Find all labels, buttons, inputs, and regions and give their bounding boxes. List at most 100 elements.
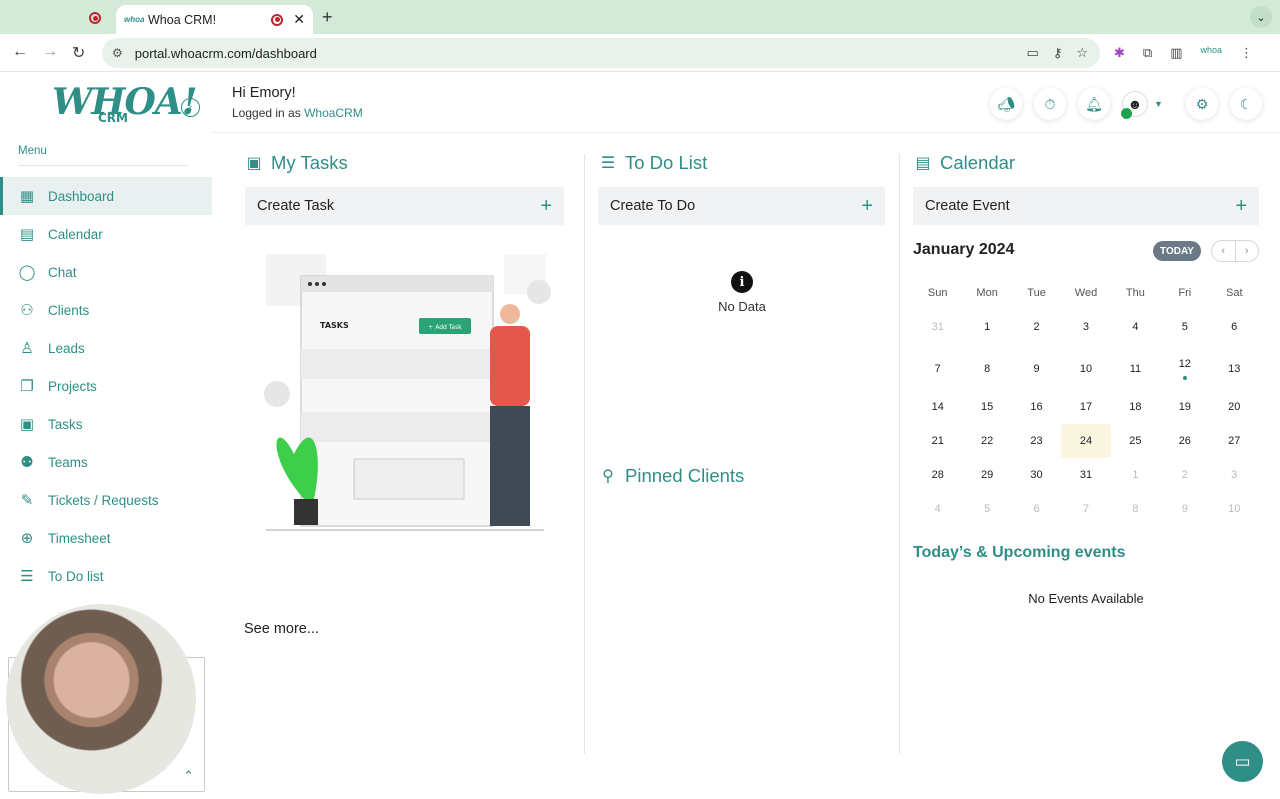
dashboard-content: ▣ My Tasks Create Task + TASKS + Add Tas… [224,134,1280,799]
calendar-day[interactable]: 1 [962,306,1011,348]
camera-icon[interactable]: ▭ [1027,45,1039,61]
calendar-day[interactable]: 13 [1210,348,1259,390]
next-month-button[interactable]: › [1236,241,1259,261]
projects-icon: ❐ [20,378,34,395]
calendar-day[interactable]: 4 [913,492,962,526]
tab-recording[interactable] [78,6,112,30]
calendar-grid: Sun Mon Tue Wed Thu Fri Sat 31 1 2 3 4 5 6 7 8 9 10 11 12 13… [913,280,1259,526]
address-bar[interactable]: ⚙ portal.whoacrm.com/dashboard ▭ ⚷ ☆ [102,38,1100,68]
sidebar-item-projects[interactable]: ❐ Projects [0,367,212,405]
calendar-day-number: 30 [1030,469,1043,481]
extension-color-icon[interactable]: ✱ [1114,45,1125,61]
browser-menu-icon[interactable]: ⋮ [1240,45,1253,61]
calendar-day[interactable]: 8 [1111,492,1160,526]
create-todo-label: Create To Do [610,198,696,214]
calendar-day[interactable]: 5 [1160,306,1209,348]
create-task-button[interactable]: Create Task + [245,187,564,225]
calendar-day[interactable]: 9 [1012,348,1061,390]
calendar-day[interactable]: 4 [1111,306,1160,348]
calendar-day[interactable]: 12 [1160,348,1209,390]
today-button[interactable]: TODAY [1153,241,1201,261]
sidebar-item-leads[interactable]: ♙ Leads [0,329,212,367]
timer-icon[interactable]: ⏱︎ [1034,88,1066,120]
user-menu[interactable]: ☻ ▼ [1121,91,1174,119]
sidebar-item-tickets[interactable]: ✎ Tickets / Requests [0,481,212,519]
sidebar-item-tasks[interactable]: ▣ Tasks [0,405,212,443]
tab-search-button[interactable]: ⌄ [1250,6,1272,28]
my-tasks-title-text: My Tasks [271,152,348,173]
calendar-day[interactable]: 30 [1012,458,1061,492]
calendar-day[interactable]: 5 [962,492,1011,526]
calendar-day[interactable]: 19 [1160,390,1209,424]
dark-mode-icon[interactable]: ☾ [1230,88,1262,120]
calendar-day[interactable]: 3 [1210,458,1259,492]
extensions-icon[interactable]: ⧉ [1143,45,1152,61]
record-icon [89,12,101,24]
reload-icon[interactable]: ↻ [72,43,85,63]
create-todo-button[interactable]: Create To Do + [598,187,885,225]
calendar-day[interactable]: 22 [962,424,1011,458]
calendar-day[interactable]: 6 [1210,306,1259,348]
calendar-day[interactable]: 31 [1061,458,1110,492]
calendar-day[interactable]: 28 [913,458,962,492]
calendar-day[interactable]: 1 [1111,458,1160,492]
calendar-day[interactable]: 2 [1160,458,1209,492]
forward-icon[interactable]: → [42,43,58,61]
calendar-day[interactable]: 11 [1111,348,1160,390]
bell-icon[interactable]: 🔔︎ [1078,88,1110,120]
see-more-link[interactable]: See more... [244,621,319,637]
sidebar-item-timesheet[interactable]: ⊕ Timesheet [0,519,212,557]
calendar-day[interactable]: 14 [913,390,962,424]
calendar-day[interactable]: 29 [962,458,1011,492]
chevron-up-icon[interactable]: ⌃ [183,768,194,784]
sidebar-item-calendar[interactable]: ▤ Calendar [0,215,212,253]
calendar-day[interactable]: 23 [1012,424,1061,458]
collapse-sidebar-button[interactable]: ‹ [181,98,200,117]
calendar-day[interactable]: 31 [913,306,962,348]
calendar-day[interactable]: 18 [1111,390,1160,424]
back-icon[interactable]: ← [12,43,28,61]
calendar-day[interactable]: 17 [1061,390,1110,424]
sidebar-item-clients[interactable]: ⚇ Clients [0,291,212,329]
calendar-day[interactable]: 10 [1061,348,1110,390]
whoa-extension-icon[interactable]: whoa [1201,45,1223,61]
calendar-day[interactable]: 25 [1111,424,1160,458]
calendar-day[interactable]: 24 [1061,424,1111,458]
calendar-day[interactable]: 27 [1210,424,1259,458]
calendar-day[interactable]: 9 [1160,492,1209,526]
calendar-week-row: 21 22 23 24 25 26 27 [913,424,1259,458]
create-event-button[interactable]: Create Event + [913,187,1259,225]
new-tab-button[interactable]: + [322,7,333,28]
calendar-day[interactable]: 21 [913,424,962,458]
bookmark-star-icon[interactable]: ☆ [1076,45,1088,61]
announcement-icon[interactable]: 📣︎ [990,88,1022,120]
calendar-day[interactable]: 6 [1012,492,1061,526]
calendar-day[interactable]: 10 [1210,492,1259,526]
online-status-dot [1121,108,1132,119]
chat-widget-button[interactable]: ▭ [1222,741,1263,782]
calendar-day[interactable]: 15 [962,390,1011,424]
calendar-day[interactable]: 8 [962,348,1011,390]
sidebar-item-label: Leads [48,340,85,356]
sidebar-item-chat[interactable]: ◯ Chat [0,253,212,291]
calendar-day[interactable]: 7 [913,348,962,390]
pin-icon: ⚲ [602,468,614,485]
calendar-day[interactable]: 16 [1012,390,1061,424]
sidebar-item-todo[interactable]: ☰ To Do list [0,557,212,595]
calendar-pager: ‹ › [1211,240,1259,262]
prev-month-button[interactable]: ‹ [1212,241,1236,261]
side-panel-icon[interactable]: ▥ [1170,45,1182,61]
calendar-day[interactable]: 7 [1061,492,1110,526]
site-info-icon[interactable]: ⚙ [112,46,123,60]
calendar-day[interactable]: 2 [1012,306,1061,348]
sidebar-item-teams[interactable]: ⚉ Teams [0,443,212,481]
calendar-day[interactable]: 20 [1210,390,1259,424]
gear-icon[interactable]: ⚙ [1186,88,1218,120]
key-icon[interactable]: ⚷ [1053,45,1063,61]
close-tab-icon[interactable]: ✕ [293,11,305,28]
calendar-day[interactable]: 26 [1160,424,1209,458]
sidebar-item-dashboard[interactable]: ▦ Dashboard [0,177,212,215]
tab-active[interactable]: whoa Whoa CRM! ✕ [116,5,313,34]
calendar-week-row: 14 15 16 17 18 19 20 [913,390,1259,424]
calendar-day[interactable]: 3 [1061,306,1110,348]
